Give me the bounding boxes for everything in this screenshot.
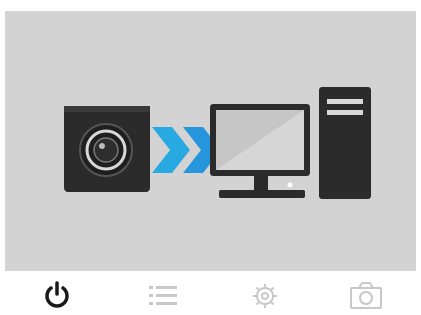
camera-icon [350, 282, 382, 309]
settings-gear-icon [253, 284, 277, 308]
desktop-tower-icon [319, 87, 371, 199]
tab-list[interactable] [133, 276, 193, 314]
tab-camera[interactable] [336, 276, 396, 314]
list-icon [149, 286, 177, 305]
tab-settings[interactable] [235, 276, 295, 314]
tab-power[interactable] [27, 276, 87, 314]
monitor-icon [210, 104, 310, 198]
connection-illustration [64, 87, 371, 199]
connection-illustration-panel [5, 11, 416, 271]
camera-device-icon [64, 106, 150, 192]
power-icon [45, 281, 69, 308]
bottom-tab-bar [0, 274, 421, 315]
app-screen [0, 0, 421, 315]
